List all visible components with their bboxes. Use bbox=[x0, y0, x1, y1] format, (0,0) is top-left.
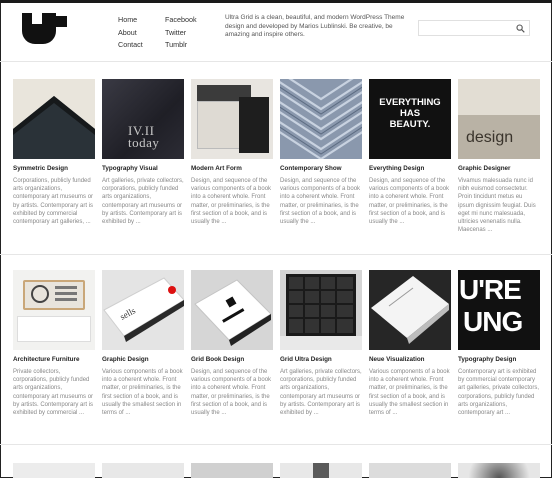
top-bar bbox=[0, 0, 552, 3]
post-excerpt: Design, and sequence of the various comp… bbox=[280, 178, 361, 226]
post-excerpt: Art galleries, private collectors, corpo… bbox=[102, 178, 184, 226]
thumb-text-line: UNG bbox=[463, 306, 523, 337]
post-thumbnail-partial[interactable] bbox=[280, 463, 362, 478]
thumb-text-line: EVERYTHING bbox=[379, 97, 441, 108]
nav-primary: Home About Contact bbox=[118, 14, 143, 52]
post-card-grid-book-design[interactable]: Grid Book Design Design, and sequence of… bbox=[191, 270, 273, 417]
post-thumbnail-partial[interactable] bbox=[191, 463, 273, 478]
post-card-neue-visualization[interactable]: Neue Visualization Various components of… bbox=[369, 270, 451, 417]
thumb-text: design bbox=[466, 129, 514, 146]
nav-contact-link[interactable]: Contact bbox=[118, 39, 143, 52]
post-thumbnail-partial[interactable] bbox=[369, 463, 451, 478]
post-title[interactable]: Typography Visual bbox=[102, 165, 184, 172]
post-title[interactable]: Graphic Designer bbox=[458, 165, 540, 172]
post-thumbnail[interactable]: sells bbox=[102, 270, 184, 350]
post-excerpt: Various components of a book into a cohe… bbox=[369, 369, 450, 417]
post-card-typography-visual[interactable]: IV.II today Typography Visual Art galler… bbox=[102, 79, 184, 226]
nav-social: Facebook Twitter Tumblr bbox=[165, 14, 197, 52]
post-thumbnail[interactable] bbox=[280, 270, 362, 350]
post-title[interactable]: Symmetric Design bbox=[13, 165, 95, 172]
post-thumbnail-partial[interactable] bbox=[13, 463, 95, 478]
post-title[interactable]: Architecture Furniture bbox=[13, 356, 95, 363]
post-title[interactable]: Contemporary Show bbox=[280, 165, 362, 172]
post-thumbnail[interactable] bbox=[280, 79, 362, 159]
post-thumbnail[interactable]: IV.II today bbox=[102, 79, 184, 159]
site-tagline: Ultra Grid is a clean, beautiful, and mo… bbox=[225, 14, 405, 39]
search-icon[interactable] bbox=[516, 24, 525, 33]
post-card-typography-design[interactable]: U'RE UNG Typography Design Contemporary … bbox=[458, 270, 540, 417]
thumb-text-line: U'RE bbox=[459, 274, 522, 305]
post-excerpt: Contemporary art is exhibited by commerc… bbox=[458, 369, 540, 417]
post-thumbnail[interactable]: U'RE UNG bbox=[458, 270, 540, 350]
post-card-contemporary-show[interactable]: Contemporary Show Design, and sequence o… bbox=[280, 79, 362, 226]
nav-facebook-link[interactable]: Facebook bbox=[165, 14, 197, 27]
post-thumbnail[interactable] bbox=[369, 270, 451, 350]
post-excerpt: Vivamus malesuada nunc id nibh euismod c… bbox=[458, 178, 536, 234]
nav-twitter-link[interactable]: Twitter bbox=[165, 27, 197, 40]
post-excerpt: Various components of a book into a cohe… bbox=[102, 369, 183, 417]
post-excerpt: Private collectors, corporations, public… bbox=[13, 369, 94, 417]
post-card-symmetric-design[interactable]: Symmetric Design Corporations, publicly … bbox=[13, 79, 95, 226]
header-divider bbox=[0, 61, 552, 62]
post-excerpt: Corporations, publicly funded arts organ… bbox=[13, 178, 94, 226]
nav-about-link[interactable]: About bbox=[118, 27, 143, 40]
post-excerpt: Art galleries, private collectors, corpo… bbox=[280, 369, 362, 417]
post-card-grid-ultra-design[interactable]: Grid Ultra Design Art galleries, private… bbox=[280, 270, 362, 417]
post-thumbnail[interactable] bbox=[13, 79, 95, 159]
post-excerpt: Design, and sequence of the various comp… bbox=[369, 178, 450, 226]
thumb-text-line: BEAUTY. bbox=[389, 119, 431, 130]
post-card-graphic-design[interactable]: sells Graphic Design Various components … bbox=[102, 270, 184, 417]
nav-home-link[interactable]: Home bbox=[118, 14, 143, 27]
site-logo[interactable] bbox=[22, 13, 67, 46]
nav-tumblr-link[interactable]: Tumblr bbox=[165, 39, 197, 52]
post-thumbnail[interactable] bbox=[191, 79, 273, 159]
post-thumbnail[interactable]: EVERYTHING HAS BEAUTY. bbox=[369, 79, 451, 159]
thumb-text-line: HAS bbox=[399, 108, 421, 119]
post-title[interactable]: Grid Book Design bbox=[191, 356, 273, 363]
post-thumbnail[interactable]: design bbox=[458, 79, 540, 159]
row-divider bbox=[0, 254, 552, 255]
post-thumbnail-partial[interactable] bbox=[102, 463, 184, 478]
post-thumbnail[interactable] bbox=[13, 270, 95, 350]
post-title[interactable]: Modern Art Form bbox=[191, 165, 273, 172]
post-card-architecture-furniture[interactable]: Architecture Furniture Private collector… bbox=[13, 270, 95, 417]
post-card-everything-design[interactable]: EVERYTHING HAS BEAUTY. Everything Design… bbox=[369, 79, 451, 226]
post-title[interactable]: Grid Ultra Design bbox=[280, 356, 362, 363]
post-excerpt: Design, and sequence of the various comp… bbox=[191, 178, 272, 226]
thumb-text: IV.II today bbox=[128, 123, 160, 150]
post-title[interactable]: Everything Design bbox=[369, 165, 451, 172]
post-thumbnail[interactable] bbox=[191, 270, 273, 350]
post-title[interactable]: Graphic Design bbox=[102, 356, 184, 363]
row-divider bbox=[0, 444, 552, 445]
post-title[interactable]: Neue Visualization bbox=[369, 356, 451, 363]
post-card-modern-art-form[interactable]: Modern Art Form Design, and sequence of … bbox=[191, 79, 273, 226]
post-excerpt: Design, and sequence of the various comp… bbox=[191, 369, 272, 417]
search-input[interactable] bbox=[418, 20, 530, 36]
post-title[interactable]: Typography Design bbox=[458, 356, 540, 363]
post-card-graphic-designer[interactable]: design Graphic Designer Vivamus malesuad… bbox=[458, 79, 540, 234]
post-thumbnail-partial[interactable] bbox=[458, 463, 540, 478]
